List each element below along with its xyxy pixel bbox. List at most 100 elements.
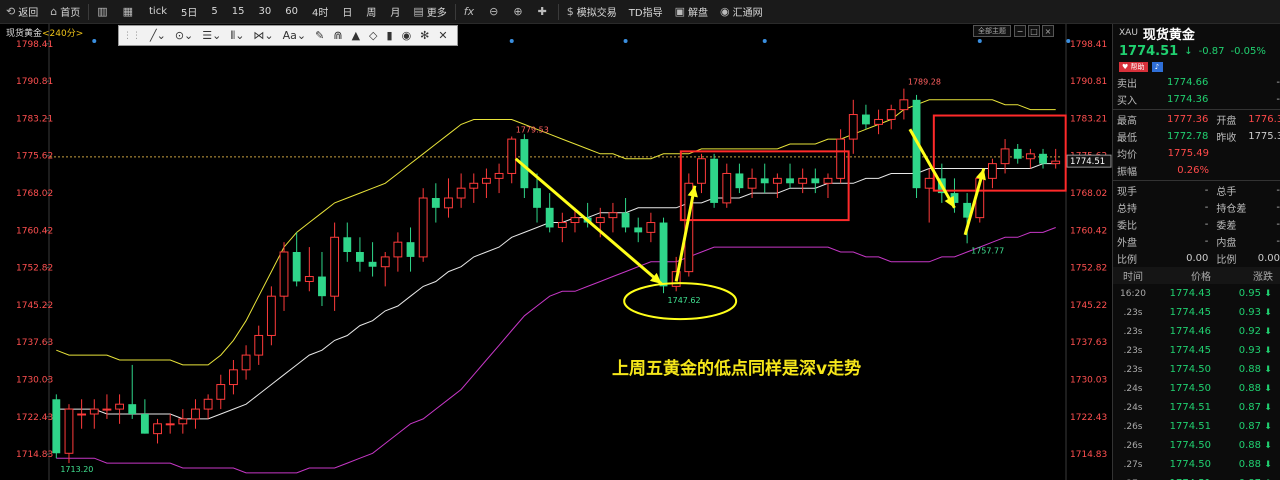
pattern-tool-icon[interactable]: ⋈⌄: [253, 29, 273, 42]
sim-trade-button[interactable]: $ 模拟交易: [561, 0, 623, 24]
huitong-label: 汇通网: [732, 8, 763, 19]
tick-row: .24s 1774.50 0.88 ⬇: [1113, 379, 1280, 398]
candle-body: [266, 295, 276, 336]
tick-time: .24s: [1123, 402, 1143, 413]
zoom-in-button[interactable]: ⊕: [507, 0, 531, 24]
bell-icon[interactable]: ♪: [1151, 62, 1163, 72]
period-5day[interactable]: 5日: [174, 0, 204, 24]
period-60min[interactable]: 60: [278, 0, 305, 24]
marker-icon[interactable]: ▲: [352, 29, 360, 42]
period-5min[interactable]: 5: [204, 0, 224, 24]
crosshair-button[interactable]: ✚: [532, 0, 556, 24]
maximize-icon[interactable]: □: [1028, 25, 1040, 37]
candle-body: [570, 217, 580, 224]
settings-icon[interactable]: ✻: [420, 29, 429, 42]
now-hand-label: 现手: [1117, 187, 1137, 198]
zoom-out-icon: ⊖: [489, 5, 499, 18]
close-icon[interactable]: ✕: [438, 29, 447, 42]
home-icon: ⌂: [50, 5, 58, 18]
event-marker: [623, 39, 628, 43]
period-15min[interactable]: 15: [225, 0, 252, 24]
more-button[interactable]: ▤ 更多: [407, 0, 452, 24]
down-arrow-icon: ⬇: [1264, 402, 1272, 413]
drag-handle-icon[interactable]: ⋮⋮: [123, 31, 141, 41]
event-marker: [1066, 39, 1071, 43]
home-button[interactable]: ⌂ 首页: [44, 0, 86, 24]
candle-body: [178, 418, 188, 425]
candle-body: [533, 188, 541, 208]
close-chart-icon[interactable]: ×: [1042, 25, 1054, 37]
tick-row: .23s 1774.45 0.93 ⬇: [1113, 303, 1280, 322]
period-day[interactable]: 日: [335, 0, 359, 24]
back-button[interactable]: ⟲ 返回: [0, 0, 44, 24]
candle-body: [52, 399, 61, 454]
theme-button[interactable]: 全部主题: [973, 25, 1011, 37]
candle-body: [77, 413, 87, 416]
lower-band-line: [56, 227, 1056, 474]
candle-body: [988, 163, 997, 179]
eye-icon[interactable]: ◉: [402, 29, 412, 42]
period-4hour[interactable]: 4时: [305, 0, 335, 24]
candle-body: [140, 414, 149, 434]
line-tool-icon[interactable]: ╱⌄: [150, 29, 166, 42]
huitong-button[interactable]: ◉ 汇通网: [714, 0, 769, 24]
high-open-row: 最高 1777.36 开盘 1776.30: [1113, 111, 1280, 128]
period-30min[interactable]: 30: [252, 0, 279, 24]
top-toolbar: ⟲ 返回 ⌂ 首页 ▥ ▦ tick 5日 5 15 30 60 4时 日 周 月 …: [0, 0, 1280, 24]
tick-price: 1774.51: [1169, 402, 1211, 413]
channel-tool-icon[interactable]: ⦀⌄: [230, 29, 244, 43]
tick-change: 0.88: [1238, 440, 1261, 451]
home-label: 首页: [60, 8, 81, 19]
kline-chart-button[interactable]: ▥: [91, 0, 116, 24]
candle-body: [191, 408, 200, 420]
period-week[interactable]: 周: [359, 0, 383, 24]
candle-body: [431, 198, 440, 208]
hold-label: 总持: [1117, 204, 1137, 215]
amp-row: 振幅 0.26%: [1113, 162, 1280, 179]
candlestick-chart[interactable]: 1798.41 1798.41 1790.81 1790.81 1783.21 1783.…: [0, 24, 1112, 480]
td-guide-button[interactable]: TD指导: [623, 0, 669, 24]
prev-label: 昨收: [1216, 133, 1237, 144]
total-hand-label: 总手: [1216, 187, 1237, 198]
candle-body: [1025, 153, 1035, 160]
zoom-out-button[interactable]: ⊖: [483, 0, 507, 24]
pct1-label: 比例: [1117, 255, 1137, 266]
tick-price: 1774.50: [1169, 383, 1211, 394]
minimize-icon[interactable]: −: [1014, 25, 1026, 37]
price-change-pct: -0.05%: [1230, 45, 1266, 57]
trash-icon[interactable]: ▮: [387, 29, 393, 42]
tick-time: .23s: [1123, 307, 1143, 318]
circle-tool-icon[interactable]: ⊙⌄: [175, 29, 193, 42]
ticks-list[interactable]: 16:20 1774.43 0.95 ⬇ .23s 1774.45 0.93 ⬇ .23s 177…: [1113, 284, 1280, 480]
pct-row: 比例 0.00 比例 0.00: [1113, 250, 1280, 267]
candle-body: [772, 177, 782, 184]
fib-tool-icon[interactable]: ☰⌄: [202, 29, 221, 42]
down-arrow-icon: ⬇: [1264, 383, 1272, 394]
amp-label: 振幅: [1117, 167, 1137, 178]
candle-body: [836, 138, 846, 179]
candle-body: [886, 109, 896, 120]
help-tag[interactable]: ♥ 帮助: [1119, 62, 1148, 72]
chart-area[interactable]: 1798.41 1798.41 1790.81 1790.81 1783.21 1783.…: [0, 24, 1112, 480]
candle-body: [874, 118, 883, 125]
formula-button[interactable]: fx: [458, 0, 483, 24]
grid-button[interactable]: ▦: [117, 0, 142, 24]
period-tick[interactable]: tick: [142, 0, 174, 24]
down-arrow-icon: ⬇: [1264, 440, 1272, 451]
period-month[interactable]: 月: [383, 0, 407, 24]
text-tool-icon[interactable]: Aa⌄: [283, 29, 306, 42]
pencil-icon[interactable]: ✎: [315, 29, 324, 42]
hold-diff-value: -: [1276, 202, 1280, 213]
unlock-button[interactable]: ▣ 解盘: [669, 0, 714, 24]
tick-price: 1774.51: [1169, 421, 1211, 432]
outer-inner-row: 外盘 - 内盘 -: [1113, 233, 1280, 250]
candle-body: [380, 256, 390, 268]
magnet-icon[interactable]: ⋒: [333, 29, 342, 42]
outer-label: 外盘: [1117, 238, 1137, 249]
tick-change: 0.93: [1238, 307, 1261, 318]
candle-body: [1039, 153, 1047, 164]
extreme-price-label: 1747.62: [668, 296, 701, 305]
eraser-icon[interactable]: ◇: [369, 29, 377, 42]
candle-body: [406, 242, 415, 257]
candle-body: [710, 158, 719, 203]
